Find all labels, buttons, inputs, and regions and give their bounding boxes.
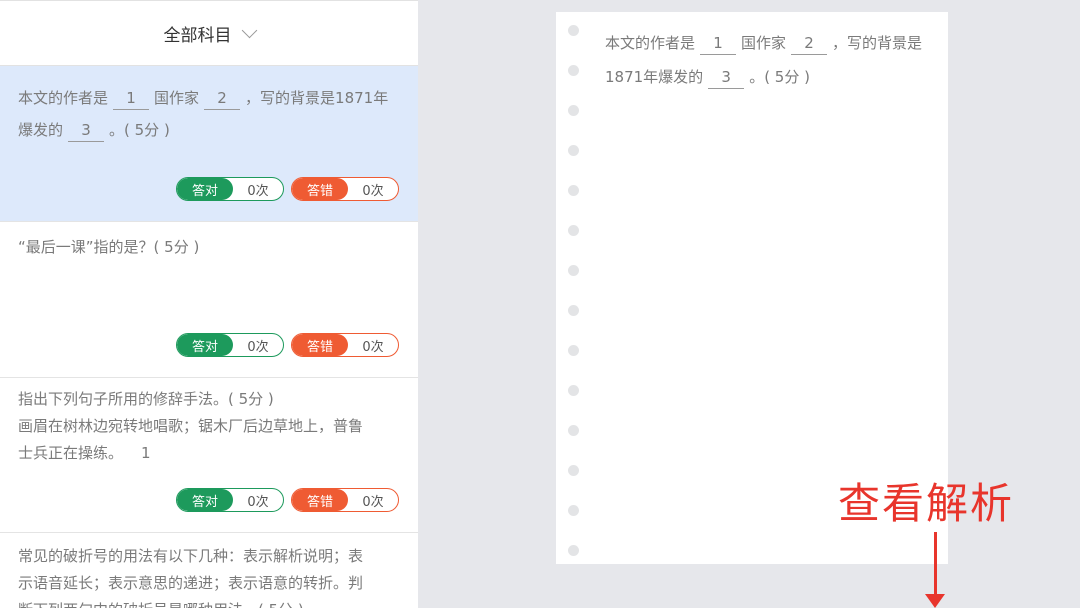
answered-right-button[interactable]: 答对 0次 [176,177,284,201]
answered-wrong-count: 0次 [362,339,384,355]
binder-hole-icon [568,425,579,436]
paper-text-segment: 国作家 [741,34,787,52]
question-text-line: 画眉在树林边宛转地唱歌；锯木厂后边草地上，普鲁 [18,417,364,435]
question-text-segment: 爆发的 [18,121,64,139]
question-card-4[interactable]: 常见的破折号的用法有以下几种：表示解析说明；表 示语音延长；表示意思的递进；表示… [0,533,418,608]
question-text-line: 示语音延长；表示意思的递进；表示语意的转折。判 [18,574,364,592]
binder-hole-icon [568,145,579,156]
binder-hole-icon [568,185,579,196]
binder-hole-icon [568,305,579,316]
question-list-panel: 全部科目 本文的作者是 1 国作家 2 ，写的背景是1871年 爆发的 3 。( 5分 ) … [0,0,418,608]
answered-wrong-label: 答错 [292,489,348,511]
answered-wrong-count: 0次 [362,183,384,199]
question-text: “最后一课”指的是？( 5分 ) [18,231,400,263]
blank-answer: 3 [708,66,745,89]
subject-filter-label: 全部科目 [163,25,232,46]
binder-hole-icon [568,505,579,516]
answered-right-button[interactable]: 答对 0次 [176,333,284,357]
question-text-segment: 。( 5分 ) [109,121,170,139]
binder-hole-icon [568,25,579,36]
answered-wrong-label: 答错 [292,178,348,200]
answered-right-label: 答对 [177,178,233,200]
blank-answer: 1 [113,87,150,110]
subject-filter-dropdown[interactable]: 全部科目 [0,0,418,66]
answered-right-count: 0次 [247,183,269,199]
question-card-1[interactable]: 本文的作者是 1 国作家 2 ，写的背景是1871年 爆发的 3 。( 5分 ) 答对 0次… [0,66,418,222]
binder-hole-icon [568,65,579,76]
paper-text-segment: 。( 5分 ) [749,68,810,86]
arrow-head-icon [925,594,945,608]
answer-number: 1 [141,444,151,462]
question-text-line: 常见的破折号的用法有以下几种：表示解析说明；表 [18,547,364,565]
question-text-line: 指出下列句子所用的修辞手法。( 5分 ) [18,390,274,408]
binder-hole-icon [568,545,579,556]
question-card-2[interactable]: “最后一课”指的是？( 5分 ) 答对 0次 答错 0次 [0,222,418,378]
binder-hole-icon [568,465,579,476]
answered-right-label: 答对 [177,489,233,511]
blank-answer: 1 [700,32,737,55]
answered-wrong-label: 答错 [292,334,348,356]
arrow-down-icon [934,532,937,598]
answered-right-label: 答对 [177,334,233,356]
question-text-line: “最后一课”指的是？( 5分 ) [18,238,200,256]
answered-wrong-button[interactable]: 答错 0次 [291,488,399,512]
question-text-line: 士兵正在操练。 [18,444,124,462]
answered-wrong-count: 0次 [362,494,384,510]
binder-hole-icon [568,385,579,396]
binder-hole-icon [568,105,579,116]
answered-right-button[interactable]: 答对 0次 [176,488,284,512]
question-text: 常见的破折号的用法有以下几种：表示解析说明；表 示语音延长；表示意思的递进；表示… [18,543,400,608]
question-text-line: 断下列两句中的破折号是哪种用法。( 5分 ) [18,597,400,608]
paper-question-text: 本文的作者是 1 国作家 2 ，写的背景是 1871年爆发的 3 。( 5分 ) [605,26,937,94]
answered-wrong-button[interactable]: 答错 0次 [291,177,399,201]
binder-hole-icon [568,225,579,236]
question-text-segment: ，写的背景是1871年 [245,89,389,107]
question-card-3[interactable]: 指出下列句子所用的修辞手法。( 5分 ) 画眉在树林边宛转地唱歌；锯木厂后边草地… [0,378,418,533]
answered-right-count: 0次 [247,494,269,510]
chevron-down-icon [241,22,257,38]
blank-answer: 3 [68,119,105,142]
binder-hole-icon [568,345,579,356]
question-text: 指出下列句子所用的修辞手法。( 5分 ) 画眉在树林边宛转地唱歌；锯木厂后边草地… [18,386,400,467]
blank-answer: 2 [204,87,241,110]
answered-right-count: 0次 [247,339,269,355]
question-text: 本文的作者是 1 国作家 2 ，写的背景是1871年 爆发的 3 。( 5分 ) [18,82,400,146]
binder-hole-icon [568,265,579,276]
blank-answer: 2 [791,32,828,55]
paper-text-segment: ，写的背景是 [832,34,923,52]
question-text-segment: 本文的作者是 [18,89,109,107]
view-analysis-annotation: 查看解析 [838,479,1015,528]
paper-text-segment: 本文的作者是 [605,34,696,52]
answered-wrong-button[interactable]: 答错 0次 [291,333,399,357]
paper-text-segment: 1871年爆发的 [605,68,704,86]
question-text-segment: 国作家 [154,89,200,107]
